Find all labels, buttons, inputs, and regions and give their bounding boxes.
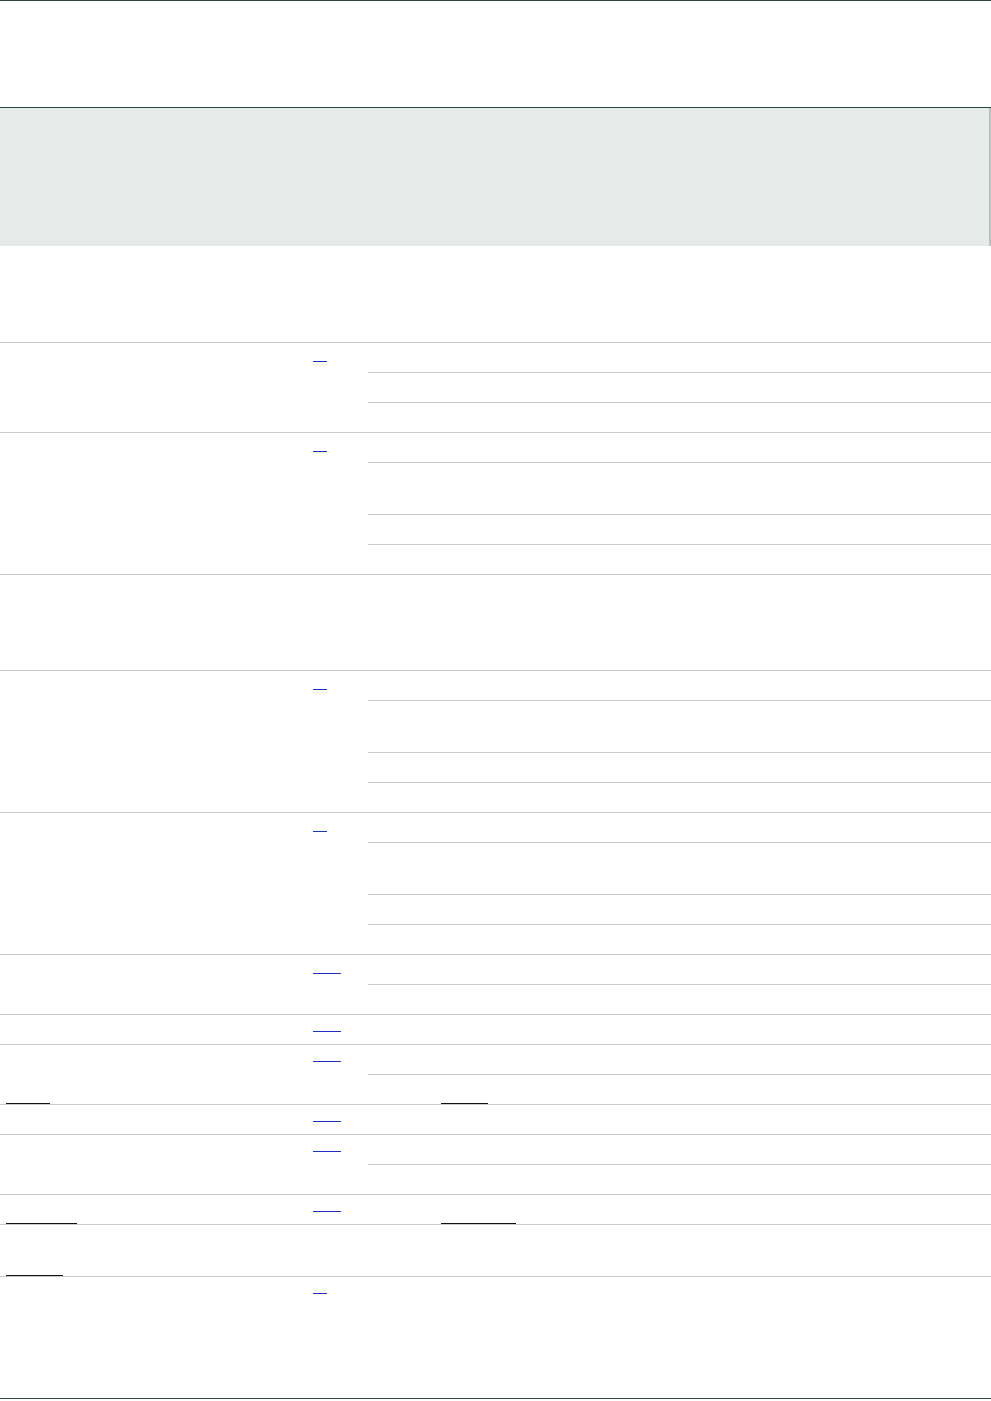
sub-row-rule [368,372,991,373]
sub-row-rule [368,514,991,515]
sub-row-rule [368,984,991,985]
sub-row-rule [368,842,991,843]
row-rule [0,1194,991,1195]
bottom-frame-line [0,1398,991,1399]
sub-row-rule [368,752,991,753]
sub-row-rule [368,782,991,783]
reference-link[interactable] [313,973,341,974]
table-header-band [0,108,991,246]
sub-row-rule [368,924,991,925]
row-rule [0,574,991,575]
row-rule [0,1276,991,1277]
reference-link[interactable] [313,1293,327,1294]
reference-link[interactable] [313,831,327,832]
row-rule [0,954,991,955]
row-rule [0,432,991,433]
reference-link[interactable] [313,1061,341,1062]
sub-row-rule [368,462,991,463]
reference-link[interactable] [313,1211,341,1212]
reference-link[interactable] [313,1121,341,1122]
reference-link[interactable] [313,361,327,362]
reference-link[interactable] [313,1151,341,1152]
row-rule [0,1224,991,1225]
row-rule [0,342,991,343]
row-rule [0,812,991,813]
reference-link[interactable] [313,451,327,452]
reference-link[interactable] [313,1031,341,1032]
sub-row-rule [368,1164,991,1165]
sub-row-rule [368,1074,991,1075]
sub-row-rule [368,894,991,895]
row-rule [0,1134,991,1135]
document-page: { "page": { "title": "", "header_band_te… [0,0,991,1401]
row-rule [0,1104,991,1105]
reference-link[interactable] [313,689,327,690]
row-rule [0,1044,991,1045]
sub-row-rule [368,402,991,403]
top-frame-line [0,0,991,1]
sub-row-rule [368,544,991,545]
row-rule [0,670,991,671]
row-rule [0,1014,991,1015]
sub-row-rule [368,700,991,701]
